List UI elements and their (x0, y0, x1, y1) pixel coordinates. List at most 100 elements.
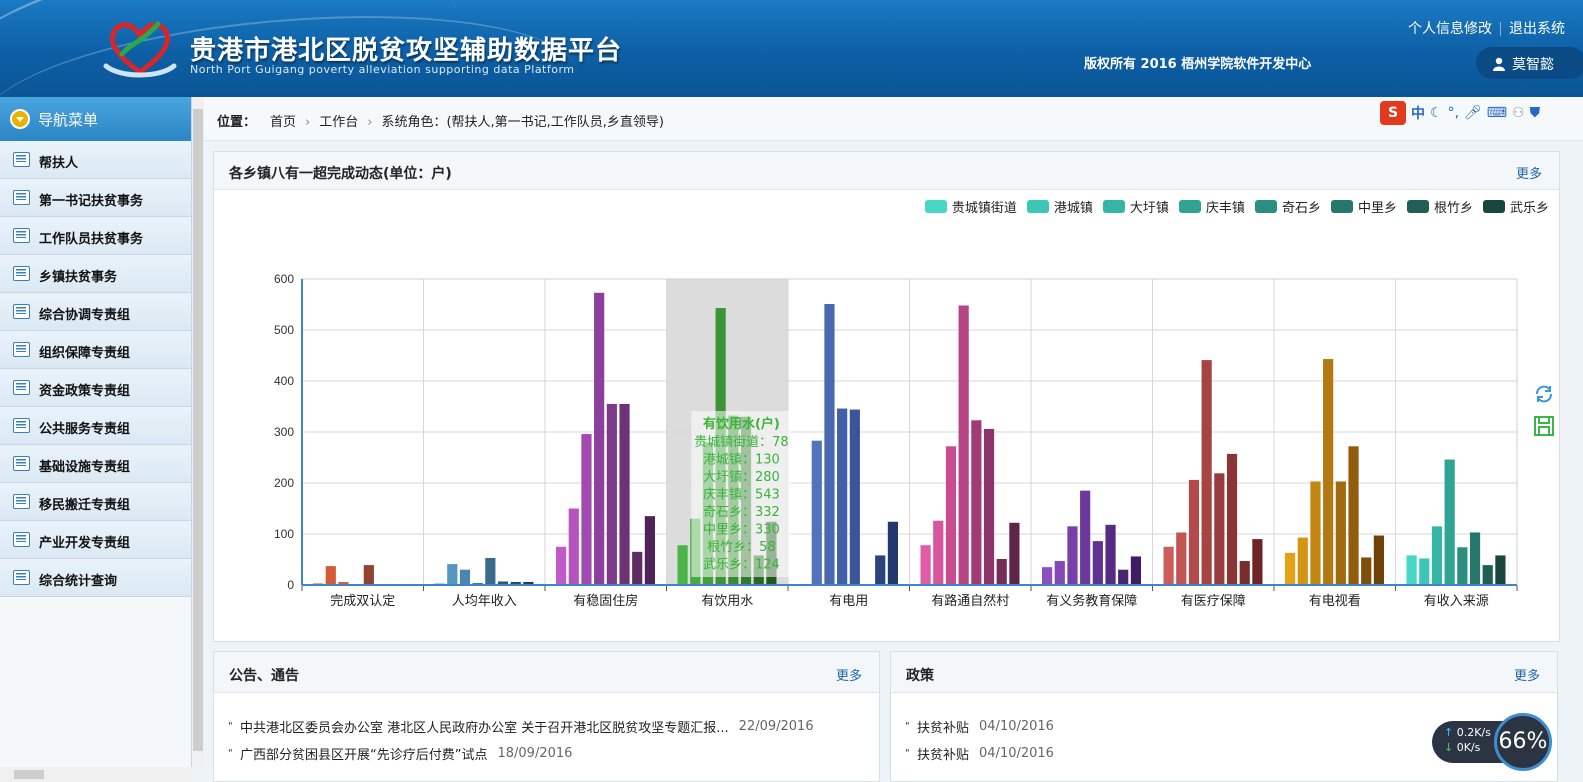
list-icon (13, 380, 30, 395)
ime-mode[interactable]: 中 (1411, 103, 1425, 123)
sidebar-item-organization[interactable]: 组织保障专责组 (0, 331, 191, 369)
chart-panel: 各乡镇八有一超完成动态(单位：户) 更多 贵城镇街道 港城镇 大圩镇 庆丰镇 奇石乡 中里… (213, 151, 1560, 642)
scrollbar-thumb[interactable] (193, 109, 203, 751)
sidebar-item-label: 资金政策专责组 (39, 384, 131, 399)
user-badge[interactable]: 莫智懿 (1476, 47, 1583, 79)
sidebar-item-township[interactable]: 乡镇扶贫事务 (0, 255, 191, 293)
microphone-icon[interactable]: 🎤︎ (1464, 105, 1482, 121)
sidebar-item-funding-policy[interactable]: 资金政策专责组 (0, 369, 191, 407)
sidebar-item-relocation[interactable]: 移民搬迁专责组 (0, 483, 191, 521)
policy-text[interactable]: 扶贫补贴 (917, 717, 969, 736)
moon-icon[interactable]: ☾ (1430, 105, 1443, 121)
ime-toolbar: S 中 ☾ °, 🎤︎ ⌨ ⚇ ⛊ (1380, 101, 1540, 125)
notice-date: 22/09/2016 (738, 719, 814, 734)
nav-title: 导航菜单 (38, 111, 99, 129)
profile-link[interactable]: 个人信息修改 (1408, 21, 1492, 37)
x-tick-label: 有义务教育保障 (1046, 593, 1137, 609)
policy-text[interactable]: 扶贫补贴 (917, 744, 969, 763)
app-header: 贵港市港北区脱贫攻坚辅助数据平台 North Port Guigang pove… (0, 0, 1583, 97)
bar (1080, 490, 1091, 585)
bar (644, 516, 655, 585)
notice-text[interactable]: 广西部分贫困县区开展“先诊疗后付费”试点 (240, 744, 487, 763)
bar (459, 569, 471, 585)
bar (1285, 552, 1296, 585)
bar (1310, 481, 1321, 585)
bar (1176, 532, 1187, 585)
list-item[interactable]: " 中共港北区委员会办公室 港北区人民政府办公室 关于召开港北区脱贫攻坚专题汇报.… (228, 713, 879, 740)
tooltip-line: 武乐乡：124 (703, 558, 780, 573)
bar (1201, 360, 1212, 585)
nav-header[interactable]: 导航菜单 (0, 97, 191, 141)
tooltip-line: 庆丰镇：543 (703, 488, 780, 503)
bar (1323, 359, 1334, 585)
app-title: 贵港市港北区脱贫攻坚辅助数据平台 (190, 36, 623, 66)
hscrollbar-thumb[interactable] (14, 770, 44, 779)
chart-more-link[interactable]: 更多 (1516, 163, 1542, 182)
list-icon (13, 532, 30, 547)
notice-text[interactable]: 中共港北区委员会办公室 港北区人民政府办公室 关于召开港北区脱贫攻坚专题汇报..… (240, 717, 729, 736)
bar (1482, 565, 1493, 585)
bar (945, 446, 957, 585)
bar (594, 292, 605, 585)
sidebar-hscrollbar[interactable] (0, 767, 192, 782)
list-icon (13, 342, 30, 357)
shirt-icon[interactable]: ⛊ (1530, 105, 1541, 121)
refresh-icon[interactable] (1533, 383, 1555, 405)
list-icon (13, 456, 30, 471)
sidebar-item-infrastructure[interactable]: 基础设施专责组 (0, 445, 191, 483)
notices-header: 公告、通告 更多 (214, 652, 879, 693)
notices-more-link[interactable]: 更多 (836, 665, 862, 684)
user-group-icon[interactable]: ⚇ (1512, 105, 1525, 121)
bar (849, 409, 860, 585)
sidebar-item-first-secretary[interactable]: 第一书记扶贫事务 (0, 179, 191, 217)
policy-date: 04/10/2016 (979, 746, 1054, 761)
breadcrumb-workbench[interactable]: 工作台 (319, 115, 358, 130)
x-tick-label: 有医疗保障 (1181, 594, 1246, 609)
bar (1042, 567, 1053, 585)
chart-panel-title: 各乡镇八有一超完成动态(单位：户) (229, 166, 452, 182)
sidebar-item-coordination[interactable]: 综合协调专责组 (0, 293, 191, 331)
download-speed: 0K/s (1456, 741, 1481, 754)
list-item[interactable]: " 广西部分贫困县区开展“先诊疗后付费”试点 18/09/2016 (228, 740, 879, 767)
sidebar-item-helper[interactable]: 帮扶人 (0, 141, 191, 179)
bar (1092, 541, 1103, 585)
list-icon (13, 266, 30, 281)
breadcrumb-home[interactable]: 首页 (270, 115, 296, 130)
bar (1130, 556, 1141, 585)
x-tick-label: 人均年收入 (452, 594, 517, 609)
bar (837, 408, 848, 585)
x-tick-label: 有路通自然村 (931, 593, 1009, 609)
tooltip-line: 贵城镇街道：78 (694, 435, 789, 450)
sidebar-item-statistics[interactable]: 综合统计查询 (0, 559, 191, 597)
bar (1118, 569, 1129, 585)
sidebar-scrollbar[interactable] (192, 97, 204, 767)
sidebar-item-label: 综合协调专责组 (39, 308, 131, 323)
save-icon[interactable] (1533, 415, 1555, 437)
ime-logo-icon[interactable]: S (1380, 101, 1406, 125)
policy-header: 政策 更多 (891, 652, 1557, 693)
x-tick-label: 完成双认定 (330, 594, 395, 609)
notices-title: 公告、通告 (229, 668, 299, 684)
y-tick-label: 100 (274, 527, 294, 541)
tooltip-line: 大圩镇：280 (703, 470, 780, 485)
y-tick-label: 600 (274, 272, 294, 286)
bar (875, 555, 886, 585)
sidebar-item-team-member[interactable]: 工作队员扶贫事务 (0, 217, 191, 255)
upload-speed: 0.2K/s (1456, 726, 1491, 739)
network-speed-widget[interactable]: ↑ 0.2K/s ↓ 0K/s 66% (1432, 713, 1582, 771)
logout-link[interactable]: 退出系统 (1509, 21, 1565, 37)
keyboard-icon[interactable]: ⌨ (1487, 105, 1507, 121)
punctuation-icon[interactable]: °, (1448, 105, 1459, 121)
bar-chart: 0 100 200 300 400 500 600 完成双认定 人均年收入 有稳固住房 有饮用水 有电… (274, 272, 1518, 609)
sidebar-item-public-service[interactable]: 公共服务专责组 (0, 407, 191, 445)
list-icon (13, 570, 30, 585)
x-tick-label: 有电视看 (1309, 593, 1361, 609)
bar (1469, 532, 1481, 585)
bar (485, 557, 496, 585)
sidebar-item-industry[interactable]: 产业开发专责组 (0, 521, 191, 559)
bar (1252, 539, 1263, 585)
notice-date: 18/09/2016 (497, 746, 573, 761)
policy-more-link[interactable]: 更多 (1514, 665, 1540, 684)
list-icon (13, 494, 30, 509)
bar (887, 521, 898, 585)
